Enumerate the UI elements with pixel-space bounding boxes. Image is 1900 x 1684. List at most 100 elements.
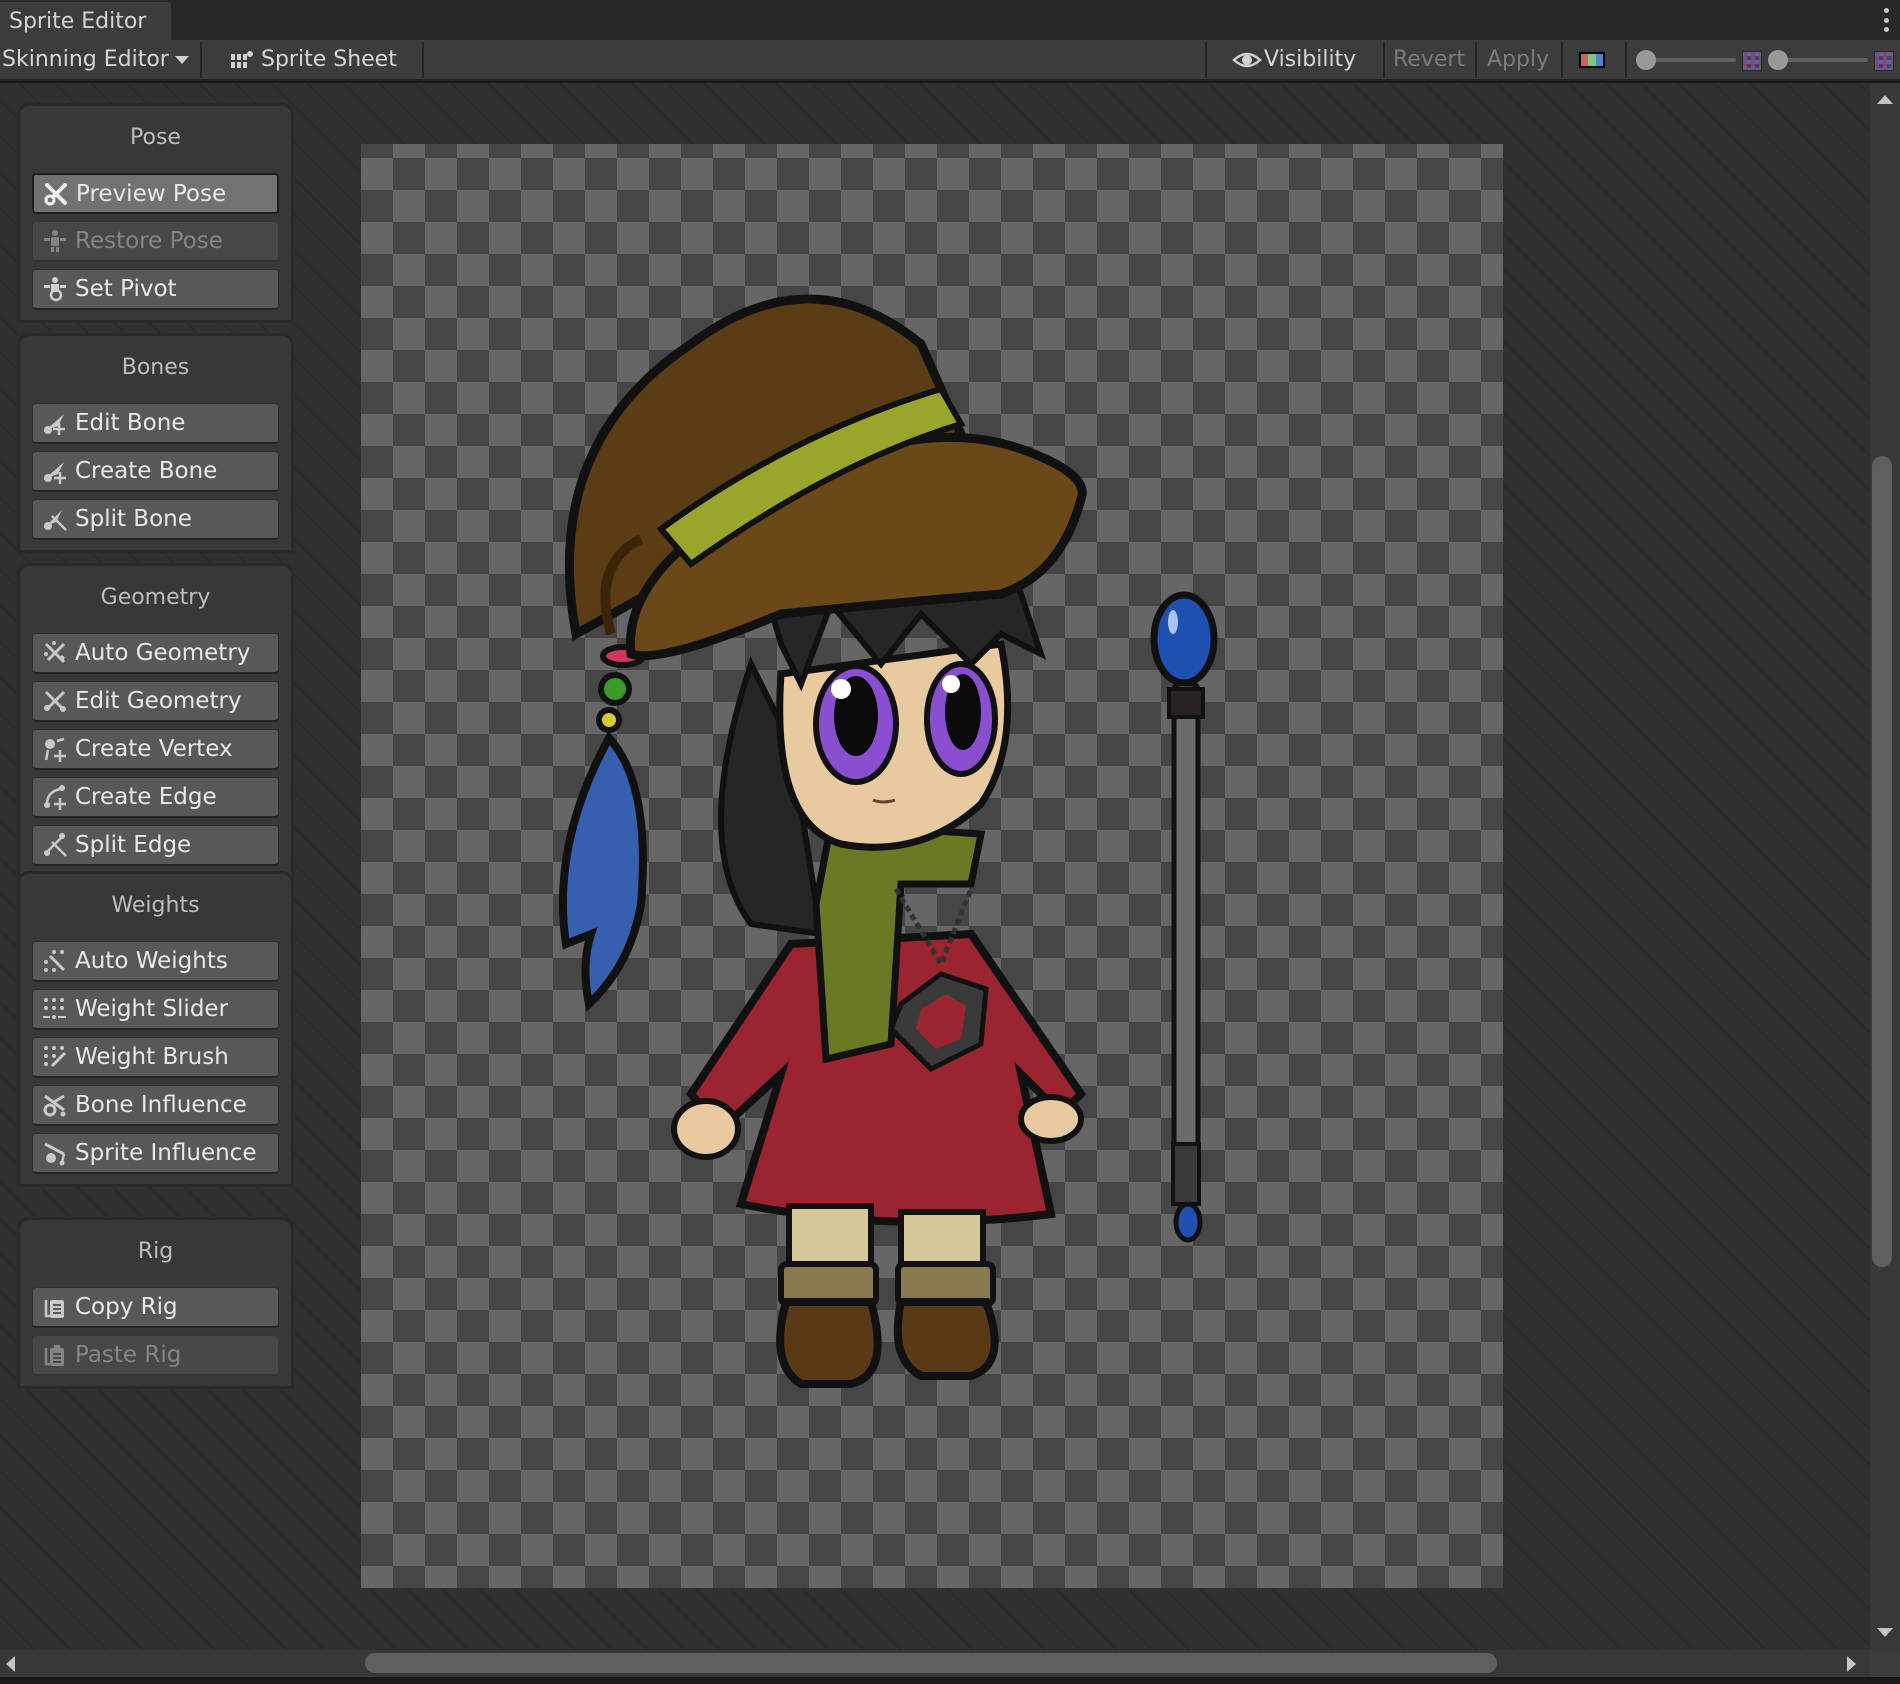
- scroll-right-arrow-icon[interactable]: [1847, 1656, 1856, 1672]
- character-sprite[interactable]: [361, 144, 1503, 1588]
- button-label: Edit Bone: [75, 410, 186, 436]
- button-label: Restore Pose: [75, 228, 223, 254]
- auto-geometry-button[interactable]: Auto Geometry: [32, 633, 279, 674]
- preview-pose-icon: [42, 180, 70, 208]
- vertical-scroll-thumb[interactable]: [1872, 456, 1892, 1267]
- horizontal-scroll-thumb[interactable]: [365, 1653, 1497, 1673]
- revert-button[interactable]: Revert: [1393, 40, 1465, 79]
- sprite-sheet-icon: [229, 49, 257, 71]
- apply-button[interactable]: Apply: [1487, 40, 1549, 79]
- alpha-slider[interactable]: [1768, 40, 1868, 79]
- feather-charm: [558, 644, 647, 1012]
- sprite-influence-icon: [41, 1139, 69, 1167]
- auto-weights-icon: [41, 947, 69, 975]
- geometry-panel: Geometry Auto Geometry Edit Geometry Cre…: [17, 563, 294, 879]
- weight-slider-button[interactable]: Weight Slider: [32, 989, 279, 1030]
- create-edge-button[interactable]: Create Edge: [32, 777, 279, 818]
- window-bottom-edge: [0, 1677, 1900, 1684]
- vertical-scrollbar[interactable]: [1870, 83, 1900, 1650]
- kebab-menu-icon[interactable]: [1880, 8, 1892, 32]
- legs: [776, 1203, 999, 1388]
- restore-pose-button[interactable]: Restore Pose: [32, 221, 279, 262]
- left-hand: [671, 1098, 741, 1160]
- sprite-canvas[interactable]: [361, 144, 1503, 1588]
- restore-pose-icon: [41, 227, 69, 255]
- sprite-sheet-label: Sprite Sheet: [261, 47, 397, 72]
- create-vertex-button[interactable]: Create Vertex: [32, 729, 279, 770]
- edit-bone-icon: [41, 409, 69, 437]
- zoom-slider[interactable]: [1636, 40, 1736, 79]
- button-label: Bone Influence: [75, 1092, 247, 1118]
- auto-weights-button[interactable]: Auto Weights: [32, 941, 279, 982]
- zoom-slider-knob[interactable]: [1636, 50, 1656, 70]
- copy-rig-icon: [41, 1293, 69, 1321]
- split-edge-button[interactable]: Split Edge: [32, 825, 279, 866]
- toolbar-divider: [200, 42, 202, 78]
- weight-brush-icon: [41, 1043, 69, 1071]
- paste-rig-button[interactable]: Paste Rig: [32, 1335, 279, 1376]
- weight-brush-button[interactable]: Weight Brush: [32, 1037, 279, 1078]
- preview-pose-button[interactable]: Preview Pose: [32, 173, 279, 214]
- split-bone-icon: [41, 505, 69, 533]
- bone-influence-icon: [41, 1091, 69, 1119]
- button-label: Auto Weights: [75, 948, 228, 974]
- window-title-bar: Sprite Editor: [0, 0, 1900, 40]
- rig-panel: Rig Copy Rig Paste Rig: [17, 1217, 294, 1389]
- rgb-channels-icon: [1579, 51, 1605, 68]
- edit-geometry-icon: [41, 687, 69, 715]
- alpha-slider-knob[interactable]: [1768, 50, 1788, 70]
- scrollbar-corner: [1870, 1650, 1900, 1677]
- button-label: Split Edge: [75, 832, 192, 858]
- button-label: Copy Rig: [75, 1294, 178, 1320]
- tab-sprite-editor[interactable]: Sprite Editor: [0, 2, 171, 40]
- button-label: Weight Brush: [75, 1044, 229, 1070]
- pose-panel: Pose Preview Pose Restore Pose Set Pivot: [17, 103, 294, 323]
- sprite-influence-button[interactable]: Sprite Influence: [32, 1133, 279, 1174]
- bone-influence-button[interactable]: Bone Influence: [32, 1085, 279, 1126]
- panel-title: Geometry: [100, 585, 211, 610]
- button-label: Sprite Influence: [75, 1140, 257, 1166]
- toolbar-divider: [1383, 42, 1385, 78]
- sprite-sheet-button[interactable]: Sprite Sheet: [229, 40, 397, 79]
- editor-toolbar: Skinning Editor Sprite Sheet Visibility …: [0, 40, 1900, 81]
- toolbar-divider: [1205, 42, 1207, 78]
- sprite-viewport[interactable]: Pose Preview Pose Restore Pose Set Pivot…: [0, 83, 1870, 1650]
- channel-toggle-button[interactable]: [1579, 40, 1605, 79]
- chevron-down-icon: [174, 55, 189, 64]
- set-pivot-button[interactable]: Set Pivot: [32, 269, 279, 310]
- edit-bone-button[interactable]: Edit Bone: [32, 403, 279, 444]
- set-pivot-icon: [41, 275, 69, 303]
- eye-icon: [1232, 50, 1262, 70]
- checker-alpha-icon: [1874, 51, 1894, 71]
- button-label: Set Pivot: [75, 276, 177, 302]
- edit-geometry-button[interactable]: Edit Geometry: [32, 681, 279, 722]
- mode-dropdown-label: Skinning Editor: [2, 47, 169, 72]
- copy-rig-button[interactable]: Copy Rig: [32, 1287, 279, 1328]
- create-bone-icon: [41, 457, 69, 485]
- button-label: Paste Rig: [75, 1342, 182, 1368]
- weights-panel: Weights Auto Weights Weight Slider Weigh…: [17, 871, 294, 1187]
- button-label: Create Vertex: [75, 736, 233, 762]
- zoom-slider-track: [1646, 58, 1736, 62]
- button-label: Auto Geometry: [75, 640, 251, 666]
- bones-panel: Bones Edit Bone Create Bone Split Bone: [17, 333, 294, 553]
- panel-title: Pose: [130, 125, 181, 150]
- button-label: Create Bone: [75, 458, 218, 484]
- horizontal-scrollbar[interactable]: [0, 1650, 1870, 1677]
- alpha-slider-track: [1778, 58, 1868, 62]
- visibility-button[interactable]: Visibility: [1232, 40, 1356, 79]
- create-bone-button[interactable]: Create Bone: [32, 451, 279, 492]
- mode-dropdown[interactable]: Skinning Editor: [2, 40, 189, 79]
- scroll-up-arrow-icon[interactable]: [1877, 95, 1893, 104]
- scroll-left-arrow-icon[interactable]: [6, 1656, 15, 1672]
- checker-alpha-icon: [1742, 51, 1762, 71]
- scroll-down-arrow-icon[interactable]: [1877, 1628, 1893, 1637]
- toolbar-divider: [422, 42, 424, 78]
- magic-staff: [1150, 591, 1218, 1243]
- create-edge-icon: [41, 783, 69, 811]
- toolbar-divider: [1625, 42, 1627, 78]
- toolbar-divider: [1561, 42, 1563, 78]
- split-bone-button[interactable]: Split Bone: [32, 499, 279, 540]
- button-label: Edit Geometry: [75, 688, 242, 714]
- panel-title: Weights: [111, 893, 200, 918]
